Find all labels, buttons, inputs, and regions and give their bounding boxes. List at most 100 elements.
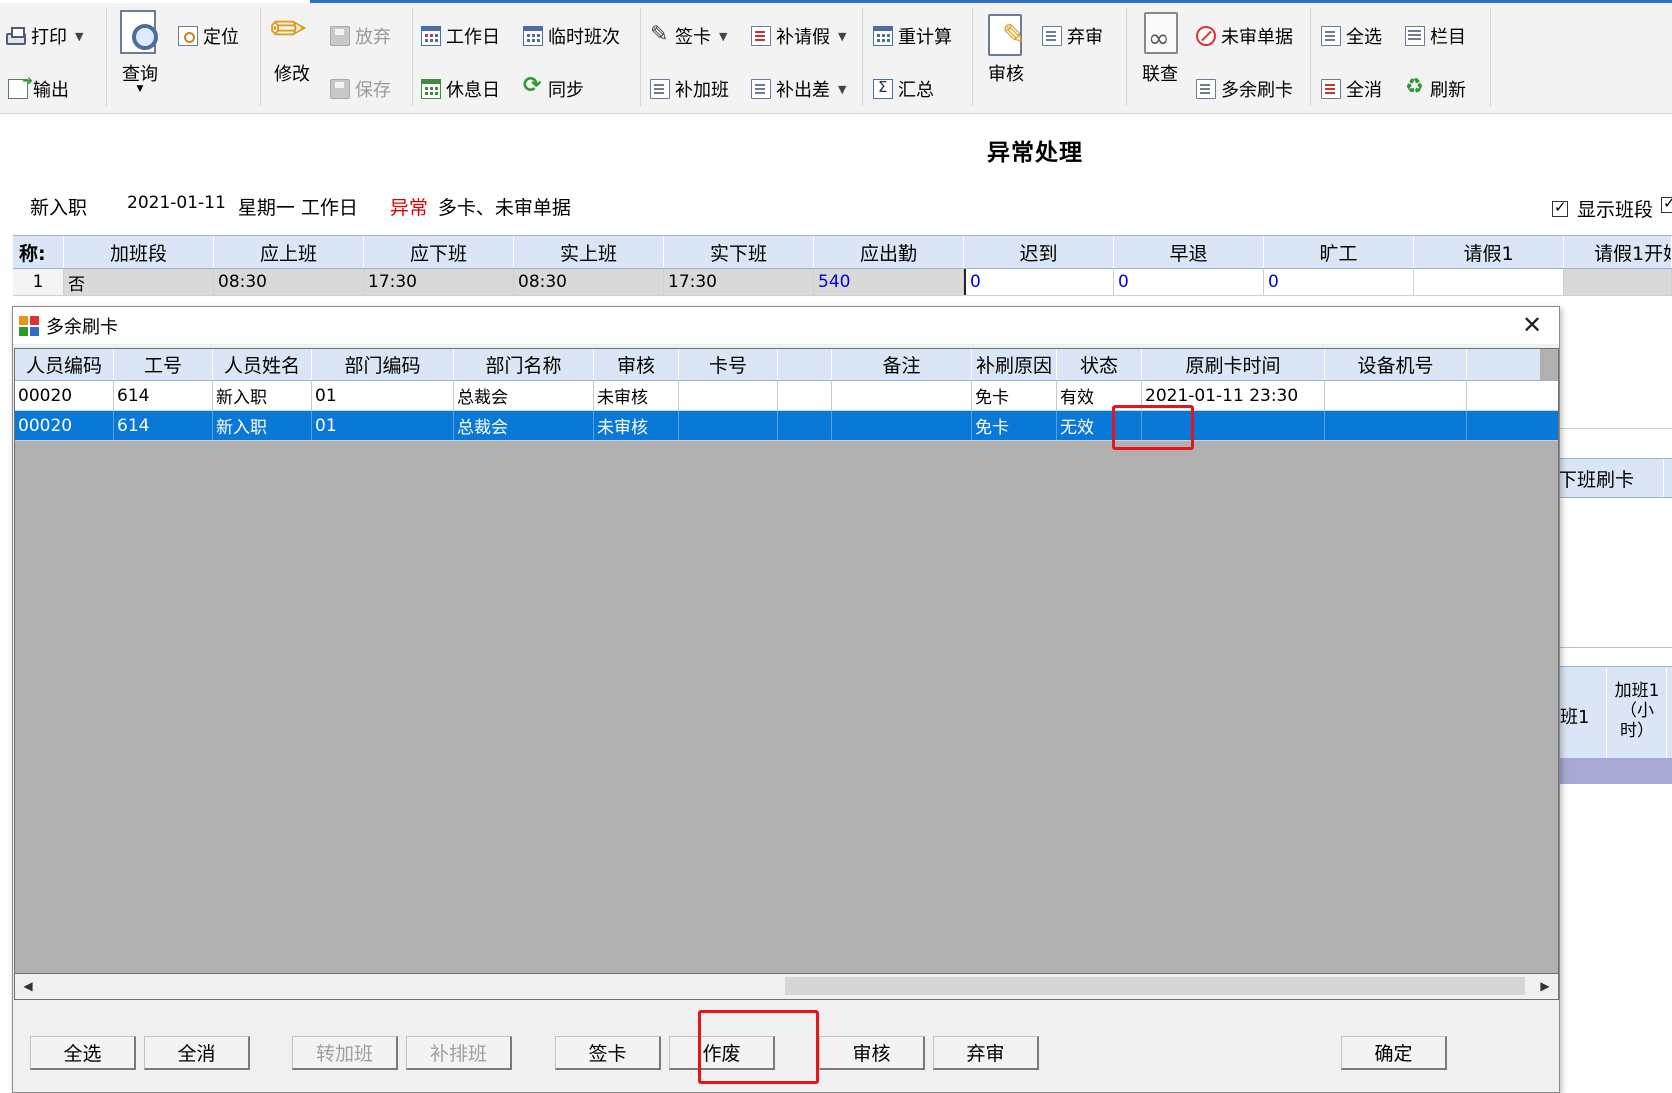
summary-button[interactable]: 汇总 [873,75,934,103]
table-cell[interactable]: 未审核 [594,381,679,410]
table-cell[interactable] [832,381,972,410]
column-header[interactable]: 应上班 [214,236,364,268]
table-cell[interactable]: 否 [64,269,214,295]
table-row-selected[interactable]: 00020 614 新入职 01 总裁会 未审核 免卡 无效 [15,411,1558,441]
checkbox-checked-icon[interactable] [1552,198,1568,217]
table-cell[interactable] [1325,381,1467,410]
column-header[interactable]: 部门编码 [312,349,454,380]
workday-button[interactable]: 工作日 [421,22,500,50]
table-cell[interactable]: 00020 [15,381,114,410]
table-cell[interactable]: 08:30 [514,269,664,295]
column-header[interactable]: 补刷原因 [972,349,1057,380]
show-shift-checkbox[interactable]: 显示班段 [1552,195,1653,222]
table-cell[interactable] [1414,269,1564,295]
sign-card-button[interactable]: 签卡 [555,1036,661,1070]
table-cell[interactable] [679,381,778,410]
unaudited-docs-button[interactable]: 未审单据 [1196,22,1293,50]
table-cell[interactable] [778,411,832,440]
make-leave-button[interactable]: 补请假 ▼ [751,22,846,50]
column-header[interactable]: 实上班 [514,236,664,268]
column-header[interactable]: 请假1 [1414,236,1564,268]
scrollbar-thumb[interactable] [41,977,797,995]
unaudit-button[interactable]: 弃审 [933,1036,1039,1070]
recalculate-button[interactable]: 重计算 [873,22,952,50]
column-header[interactable]: 旷工 [1264,236,1414,268]
audit-button[interactable]: 审核 [819,1036,925,1070]
column-header[interactable]: 状态 [1057,349,1142,380]
column-header[interactable]: 请假1开始 [1564,236,1672,268]
table-cell[interactable]: 未审核 [594,411,679,440]
table-cell[interactable]: 614 [114,381,213,410]
column-header[interactable]: 备注 [832,349,972,380]
sign-card-button[interactable]: 签卡 ▼ [650,22,727,50]
table-cell[interactable]: 540 [814,269,964,295]
chevron-down-icon[interactable]: ▼ [838,30,846,43]
chevron-down-icon[interactable]: ▼ [75,30,83,43]
discard-button[interactable]: 放弃 [330,22,391,50]
column-header[interactable]: 人员编码 [15,349,114,380]
table-row[interactable]: 00020 614 新入职 01 总裁会 未审核 免卡 有效 2021-01-1… [15,381,1558,411]
table-row[interactable]: 1 否 08:30 17:30 08:30 17:30 540 0 0 0 [13,269,1672,296]
make-trip-button[interactable]: 补出差 ▼ [751,75,846,103]
checkbox-checked-icon[interactable] [1661,194,1672,213]
select-all-button[interactable]: 全选 [30,1036,136,1070]
column-header[interactable]: 部门名称 [454,349,594,380]
table-cell[interactable]: 17:30 [664,269,814,295]
columns-button[interactable]: 栏目 [1405,22,1466,50]
column-header[interactable]: 卡号 [679,349,778,380]
query-button[interactable]: 查询 ▼ [118,10,162,94]
table-cell[interactable] [778,381,832,410]
table-cell[interactable] [679,411,778,440]
column-header[interactable]: 工号 [114,349,213,380]
print-button[interactable]: 打印 ▼ [6,22,83,50]
table-cell[interactable]: 17:30 [364,269,514,295]
table-cell[interactable]: 01 [312,411,454,440]
column-header[interactable]: 实下班 [664,236,814,268]
scroll-right-arrow-icon[interactable]: ▶ [1534,976,1556,996]
make-overtime-button[interactable]: 补加班 [650,75,729,103]
select-all-button[interactable]: 全选 [1321,22,1382,50]
sync-button[interactable]: 同步 [523,73,584,103]
column-header[interactable]: 设备机号 [1325,349,1467,380]
make-shift-button[interactable]: 补排班 [406,1036,512,1070]
confirm-button[interactable]: 确定 [1341,1036,1447,1070]
locate-button[interactable]: 定位 [178,22,239,50]
restday-button[interactable]: 休息日 [421,75,500,103]
table-cell[interactable]: 0 [1264,269,1414,295]
export-button[interactable]: 输出 [8,74,69,103]
table-cell[interactable] [1325,411,1467,440]
column-header[interactable]: 应出勤 [814,236,964,268]
table-cell[interactable]: 新入职 [213,381,312,410]
audit-button[interactable]: 审核 [984,10,1028,86]
chevron-down-icon[interactable]: ▼ [838,83,846,96]
table-cell[interactable]: 新入职 [213,411,312,440]
unaudit-button[interactable]: 弃审 [1042,22,1103,50]
table-cell[interactable]: 01 [312,381,454,410]
temp-shift-button[interactable]: 临时班次 [523,22,620,50]
table-cell[interactable]: 00020 [15,411,114,440]
column-header[interactable]: 加班段 [64,236,214,268]
table-cell[interactable]: 614 [114,411,213,440]
scrollbar-track[interactable] [785,977,1525,995]
table-cell[interactable]: 08:30 [214,269,364,295]
extra-swipes-button[interactable]: 多余刷卡 [1196,75,1293,103]
chevron-down-icon[interactable]: ▼ [719,30,727,43]
table-cell[interactable] [832,411,972,440]
column-header[interactable]: 人员姓名 [213,349,312,380]
close-icon[interactable]: ✕ [1519,311,1545,339]
column-header[interactable]: 审核 [594,349,679,380]
table-cell[interactable]: 免卡 [972,411,1057,440]
column-header[interactable]: 应下班 [364,236,514,268]
table-cell[interactable]: 0 [964,269,1114,295]
modify-button[interactable]: 修改 [270,4,314,86]
table-cell[interactable]: 总裁会 [454,381,594,410]
column-header[interactable]: 迟到 [964,236,1114,268]
table-cell[interactable]: 总裁会 [454,411,594,440]
table-cell[interactable]: 免卡 [972,381,1057,410]
column-header[interactable]: 原刷卡时间 [1142,349,1325,380]
linked-query-button[interactable]: 联查 [1138,10,1182,86]
table-cell[interactable] [1564,269,1672,295]
deselect-all-button[interactable]: 全消 [1321,75,1382,103]
column-header[interactable]: 早退 [1114,236,1264,268]
to-overtime-button[interactable]: 转加班 [292,1036,398,1070]
